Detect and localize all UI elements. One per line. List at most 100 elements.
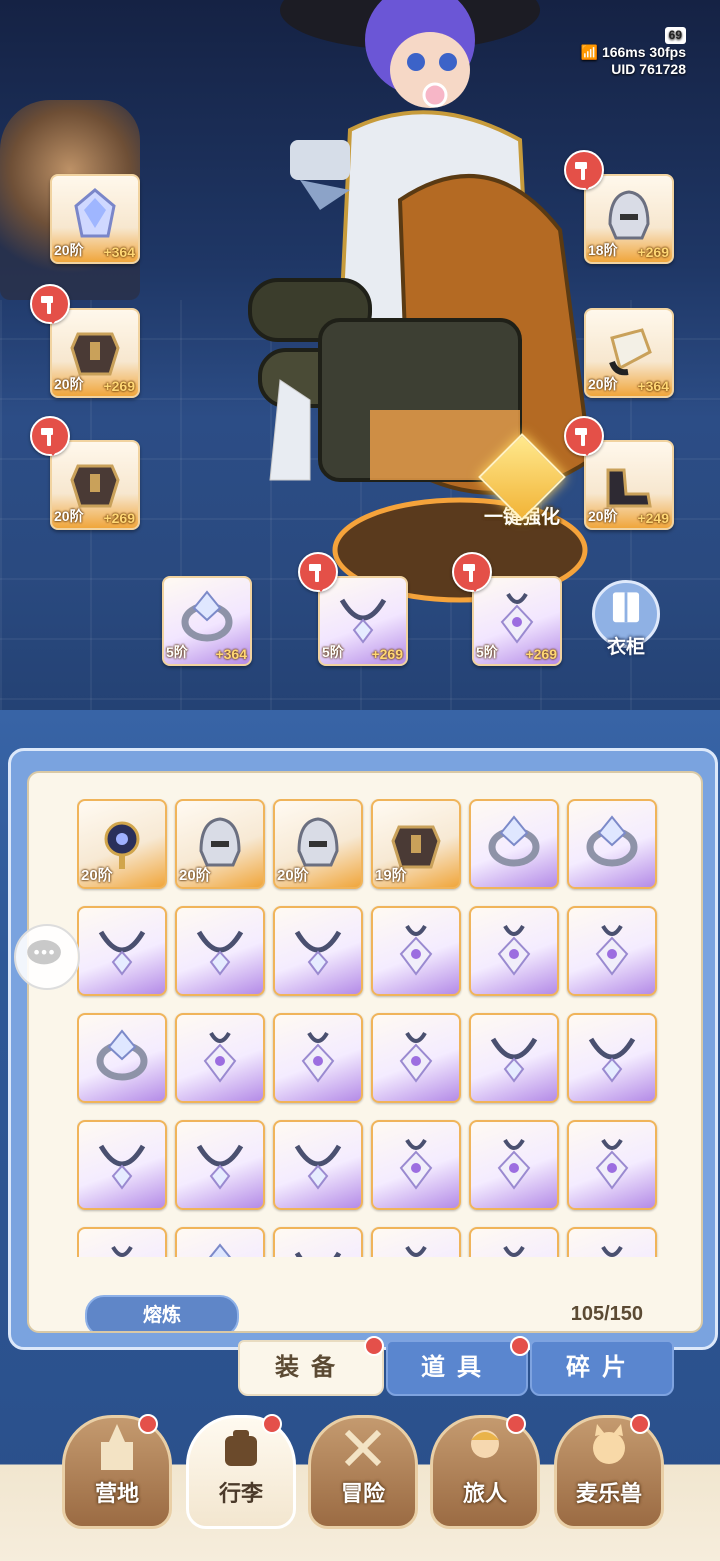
amulet-icon (405, 1245, 427, 1257)
fps-text: 30fps (649, 44, 686, 60)
ring-icon (488, 815, 540, 867)
inventory-item[interactable] (469, 799, 559, 889)
inventory-item[interactable] (567, 1227, 657, 1257)
item-level: 19阶 (375, 867, 407, 884)
inventory-item[interactable] (175, 906, 265, 996)
slot-bonus: +364 (637, 378, 669, 394)
equipped-slot[interactable]: 20阶 +269 (50, 308, 140, 398)
inventory-item[interactable] (371, 1120, 461, 1210)
inventory-item[interactable] (273, 1120, 363, 1210)
equipped-slot[interactable]: 20阶 +364 (584, 308, 674, 398)
ring-icon (208, 1243, 232, 1257)
inventory-item[interactable]: 20阶 (77, 799, 167, 889)
ring-icon (586, 815, 638, 867)
inventory-grid: 20阶 20阶 20阶 19阶 (77, 799, 667, 1257)
item-level: 20阶 (179, 867, 211, 884)
battery-indicator: 69 (664, 27, 686, 44)
inventory-item[interactable] (469, 1013, 559, 1103)
equipped-slot[interactable]: 5阶 +269 (318, 576, 408, 666)
inventory-item[interactable] (371, 1013, 461, 1103)
inventory-item[interactable] (77, 1013, 167, 1103)
inventory-item[interactable]: 19阶 (371, 799, 461, 889)
amulet-icon (111, 1245, 133, 1257)
traveler-portrait-icon (471, 1430, 499, 1458)
chat-bubble-icon[interactable] (14, 924, 80, 990)
inventory-item[interactable]: 20阶 (175, 799, 265, 889)
item-level: 20阶 (81, 867, 113, 884)
tab-items[interactable]: 道具 (386, 1340, 528, 1396)
inventory-item[interactable] (567, 1120, 657, 1210)
nav-backpack-button[interactable]: 行李 (186, 1415, 296, 1529)
inventory-item[interactable] (77, 1227, 167, 1257)
inventory-item[interactable] (273, 906, 363, 996)
smelt-button[interactable]: 熔炼 (85, 1295, 239, 1331)
equipped-slot[interactable]: 5阶 +269 (472, 576, 562, 666)
enhance-hammer-badge-icon[interactable] (564, 150, 604, 190)
slot-level: 20阶 (588, 376, 618, 392)
equipped-slot[interactable]: 20阶 +269 (50, 440, 140, 530)
enhance-hammer-badge-icon[interactable] (30, 284, 70, 324)
nav-traveler-portrait-button[interactable]: 旅人 (430, 1415, 540, 1529)
inventory-item[interactable] (77, 906, 167, 996)
nav-badge (630, 1414, 650, 1434)
wardrobe-button[interactable]: 衣柜 (590, 580, 662, 660)
nav-castle-button[interactable]: 营地 (62, 1415, 172, 1529)
inventory-item[interactable] (469, 1227, 559, 1257)
amulet-icon (203, 1031, 237, 1083)
helmet-icon (608, 190, 650, 240)
necklace-icon (294, 930, 342, 976)
slot-level: 5阶 (476, 644, 498, 660)
amulet-icon (595, 1138, 629, 1190)
inventory-item[interactable] (567, 906, 657, 996)
slot-bonus: +364 (103, 244, 135, 260)
equipped-slot[interactable]: 5阶 +364 (162, 576, 252, 666)
status-overlay: 69 📶 166ms 30fps UID 761728 (566, 26, 686, 78)
inventory-item[interactable] (469, 1120, 559, 1210)
wifi-icon: 📶 (580, 44, 599, 60)
inventory-item[interactable] (469, 906, 559, 996)
inventory-item[interactable]: 20阶 (273, 799, 363, 889)
ping-text: 166ms (601, 44, 646, 60)
amulet-icon (399, 924, 433, 976)
inventory-item[interactable] (371, 906, 461, 996)
gauntlet-icon (609, 328, 652, 376)
amulet-icon (497, 1138, 531, 1190)
inventory-item[interactable] (175, 1013, 265, 1103)
slot-level: 20阶 (588, 508, 618, 524)
slot-level: 18阶 (588, 242, 618, 258)
nav-pet-cat-button[interactable]: 麦乐兽 (554, 1415, 664, 1529)
tab-items-badge (510, 1336, 530, 1356)
pet-cat-icon (593, 1424, 625, 1464)
tab-fragments[interactable]: 碎片 (530, 1340, 674, 1396)
inventory-item[interactable] (77, 1120, 167, 1210)
equipped-slot[interactable]: 20阶 +364 (50, 174, 140, 264)
inventory-item[interactable] (567, 799, 657, 889)
one-key-enhance-button[interactable]: 一键强化 (462, 433, 582, 536)
slot-level: 20阶 (54, 242, 84, 258)
equipped-slot[interactable]: 18阶 +269 (584, 174, 674, 264)
uid-label: UID (611, 61, 636, 77)
necklace-icon (196, 930, 244, 976)
inventory-item[interactable] (175, 1120, 265, 1210)
inventory-item[interactable] (273, 1227, 363, 1257)
enhance-hammer-badge-icon[interactable] (30, 416, 70, 456)
amulet-icon (601, 1245, 623, 1257)
inventory-item[interactable] (273, 1013, 363, 1103)
backpack-icon (225, 1430, 257, 1466)
necklace-icon (490, 1037, 538, 1083)
nav-crossed-swords-button[interactable]: 冒险 (308, 1415, 418, 1529)
inventory-item[interactable] (371, 1227, 461, 1257)
slot-bonus: +269 (371, 646, 403, 662)
inventory-item[interactable] (175, 1227, 265, 1257)
equipped-slot[interactable]: 20阶 +249 (584, 440, 674, 530)
crystal-crown-icon (74, 188, 116, 238)
enhance-hammer-badge-icon[interactable] (298, 552, 338, 592)
inventory-inner: 20阶 20阶 20阶 19阶 熔炼 105/150 (27, 771, 703, 1333)
inventory-item[interactable] (567, 1013, 657, 1103)
tab-equipment[interactable]: 装备 (238, 1340, 384, 1396)
nav-label: 冒险 (340, 1481, 385, 1506)
slot-bonus: +269 (103, 378, 135, 394)
slot-level: 20阶 (54, 508, 84, 524)
necklace-icon (98, 930, 146, 976)
enhance-hammer-badge-icon[interactable] (452, 552, 492, 592)
